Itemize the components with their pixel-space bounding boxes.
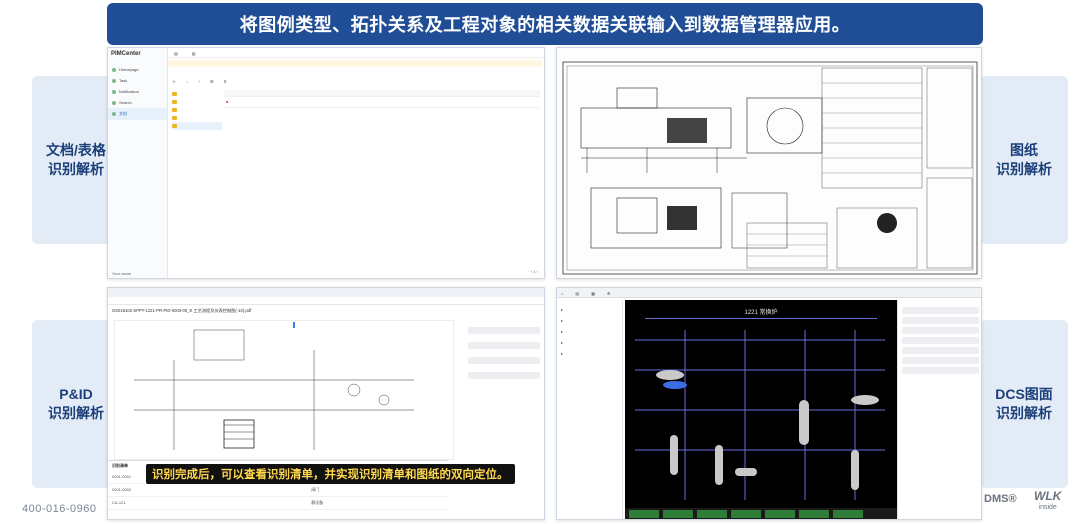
dms-logo: DMS® [984, 493, 1017, 505]
property-field[interactable] [468, 357, 540, 364]
tree-item[interactable]: ▸ [561, 337, 618, 348]
tree-item[interactable]: ▸ [561, 304, 618, 315]
pim-topbar: ▤ ▤ [168, 48, 544, 58]
pim-subtitle [108, 57, 167, 64]
tree-item[interactable] [172, 98, 222, 106]
property-field[interactable] [902, 357, 979, 364]
label-line: 图纸 [1010, 142, 1038, 158]
folder-icon [172, 116, 177, 120]
property-field[interactable] [902, 327, 979, 334]
label-line: 文档/表格 [46, 142, 106, 158]
pim-nav-notification[interactable]: Notification [108, 86, 167, 97]
pim-document-table: ■ [224, 90, 540, 108]
label-drawing: 图纸 识别解析 [980, 76, 1068, 244]
pim-toolbar[interactable]: ＋ ↓ ↑ ☰ ⚲ [172, 79, 540, 85]
property-field[interactable] [468, 327, 540, 334]
folder-icon [172, 124, 177, 128]
label-line: 识别解析 [996, 161, 1052, 177]
tree-item[interactable]: ▸ [561, 326, 618, 337]
tree-item[interactable] [172, 122, 222, 130]
pim-nav-homepage[interactable]: Homepage [108, 64, 167, 75]
property-field[interactable] [468, 372, 540, 379]
pim-logo: PIMCenter [111, 51, 141, 57]
property-field[interactable] [468, 342, 540, 349]
nav-icon [112, 100, 116, 105]
tree-item[interactable]: ▸ [561, 348, 618, 359]
pid-properties-panel [468, 324, 540, 387]
property-field[interactable] [902, 347, 979, 354]
dcs-tree[interactable]: ▸ ▸ ▸ ▸ ▸ [557, 300, 623, 519]
mechanical-drawing-screenshot [556, 47, 982, 279]
tree-item[interactable] [172, 114, 222, 122]
dcs-graphic-screen: 1221 常换炉 [625, 300, 897, 519]
browser-url-bar[interactable] [108, 297, 544, 305]
pim-sidebar: PIMCenter Homepage Task Notification Sea… [108, 48, 168, 278]
dcs-properties-panel [897, 300, 981, 519]
wlk-logo: WLK inside [1034, 489, 1062, 511]
slide-title: 将图例类型、拓扑关系及工程对象的相关数据关联输入到数据管理器应用。 [107, 3, 983, 45]
slide: 将图例类型、拓扑关系及工程对象的相关数据关联输入到数据管理器应用。 文档/表格 … [0, 0, 1080, 524]
table-row[interactable]: ■ [224, 97, 540, 108]
nav-icon [112, 112, 116, 116]
tree-item[interactable] [172, 90, 222, 98]
label-line: 识别解析 [996, 405, 1052, 421]
dcs-screen-title: 1221 常换炉 [744, 308, 777, 316]
pid-drawing [114, 320, 454, 460]
nav-icon [112, 67, 116, 72]
pimcenter-screenshot: PIMCenter Homepage Task Notification Sea… [107, 47, 545, 279]
nav-icon [112, 78, 116, 83]
mechanical-drawing [557, 48, 981, 278]
video-subtitle: 识别完成后，可以查看识别清单，并实现识别清单和图纸的双向定位。 [146, 464, 515, 484]
table-header [224, 90, 540, 97]
dcs-screenshot: ⌂ ▤ ▦ ⚙ ▸ ▸ ▸ ▸ ▸ 1221 常换炉 [556, 287, 982, 520]
tree-item[interactable] [172, 106, 222, 114]
pim-user[interactable]: Your name [112, 271, 131, 276]
pid-file-name: GS018102-SPPT-1221-PR-PID-0003-00_E 工艺流程… [112, 308, 252, 313]
dcs-toolbar[interactable]: ⌂ ▤ ▦ ⚙ [557, 288, 981, 298]
label-line: P&ID [59, 386, 93, 402]
pim-nav-task[interactable]: Task [108, 75, 167, 86]
label-line: DCS图面 [995, 386, 1053, 402]
property-field[interactable] [902, 307, 979, 314]
pim-folder-tree[interactable] [172, 90, 222, 130]
label-line: 识别解析 [48, 405, 104, 421]
label-dcs: DCS图面 识别解析 [980, 320, 1068, 488]
footer-phone: 400-016-0960 [22, 503, 97, 515]
property-field[interactable] [902, 317, 979, 324]
label-line: 识别解析 [48, 161, 104, 177]
list-item[interactable]: CA-121 静设备 [108, 497, 448, 510]
pim-pager[interactable]: ‹ 1 › [531, 269, 538, 274]
folder-icon [172, 92, 177, 96]
pim-nav-document[interactable]: 文档 [108, 108, 167, 120]
folder-icon [172, 108, 177, 112]
nav-icon [112, 89, 116, 94]
pim-warning-banner [168, 60, 542, 67]
pim-nav-search[interactable]: Search [108, 97, 167, 108]
property-field[interactable] [902, 337, 979, 344]
list-item[interactable]: 0001-0002 阀门 [108, 484, 448, 497]
tree-item[interactable]: ▸ [561, 315, 618, 326]
browser-tabbar [108, 288, 544, 297]
pid-viewer-screenshot: GS018102-SPPT-1221-PR-PID-0003-00_E 工艺流程… [107, 287, 545, 520]
folder-icon [172, 100, 177, 104]
property-field[interactable] [902, 367, 979, 374]
